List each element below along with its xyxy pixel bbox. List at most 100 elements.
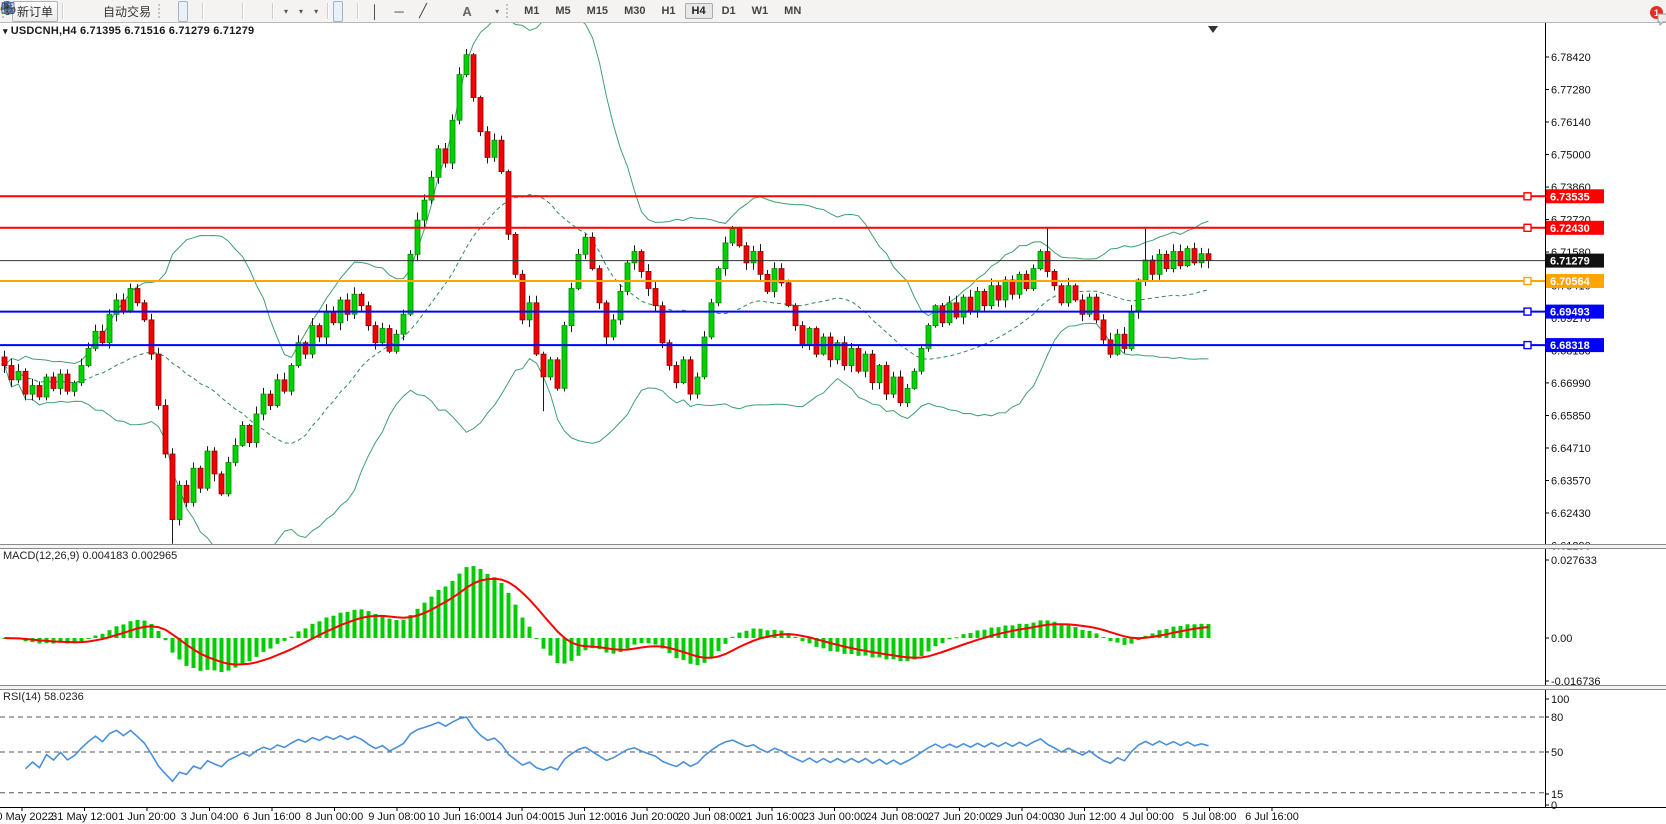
timeframe-M1[interactable]: M1: [517, 3, 546, 19]
rsi-axis[interactable]: 1008050150: [1545, 694, 1569, 812]
svg-text:6.76140: 6.76140: [1551, 117, 1591, 129]
bar-chart-button[interactable]: [168, 1, 178, 22]
toolbar-grip[interactable]: [506, 4, 512, 18]
new-order-label: 新订单: [17, 3, 53, 20]
chart-shift-marker-icon[interactable]: [1208, 26, 1218, 33]
trendline-button[interactable]: ╱: [411, 1, 435, 22]
svg-text:21 Jun 16:00: 21 Jun 16:00: [740, 811, 804, 823]
new-order-button[interactable]: 新订单: [12, 1, 58, 22]
arrows-button[interactable]: ▾: [489, 1, 504, 22]
indicators-button[interactable]: f ▾: [278, 1, 293, 22]
price-axis[interactable]: 6.784206.772806.761406.750006.738606.727…: [1545, 52, 1591, 553]
toolbar-grip[interactable]: [158, 4, 164, 18]
svg-text:0.027633: 0.027633: [1551, 555, 1597, 567]
svg-text:5 Jul 08:00: 5 Jul 08:00: [1183, 811, 1237, 823]
dropdown-caret-icon[interactable]: ▾: [495, 7, 499, 16]
svg-text:6 Jun 16:00: 6 Jun 16:00: [243, 811, 301, 823]
timeframe-D1[interactable]: D1: [715, 3, 743, 19]
dropdown-caret-icon[interactable]: ▾: [284, 7, 288, 16]
svg-text:80: 80: [1551, 712, 1563, 724]
signals-button[interactable]: [88, 1, 98, 22]
svg-text:6.66990: 6.66990: [1551, 378, 1591, 390]
macd-axis[interactable]: 0.0276330.00-0.016736: [1545, 555, 1601, 688]
candles: [2, 49, 1211, 544]
equidistant-channel-button[interactable]: E: [435, 1, 445, 22]
macd-histogram: [3, 566, 1211, 672]
community-button[interactable]: [78, 1, 88, 22]
svg-text:30 Jun 12:00: 30 Jun 12:00: [1053, 811, 1117, 823]
text-button[interactable]: A: [455, 1, 479, 22]
fibonacci-button[interactable]: F: [445, 1, 455, 22]
pane-separator-macd[interactable]: [0, 544, 1666, 549]
svg-text:1 Jun 20:00: 1 Jun 20:00: [118, 811, 176, 823]
svg-text:20 Jun 08:00: 20 Jun 08:00: [678, 811, 742, 823]
zoom-out-button[interactable]: [218, 1, 228, 22]
timeframe-H1[interactable]: H1: [654, 3, 682, 19]
dropdown-caret-icon[interactable]: ▾: [314, 7, 318, 16]
autotrading-button[interactable]: 自动交易: [98, 1, 156, 22]
timeframe-M5[interactable]: M5: [548, 3, 577, 19]
svg-text:27 Jun 20:00: 27 Jun 20:00: [928, 811, 992, 823]
auto-scroll-button[interactable]: [248, 1, 258, 22]
chart-title-text: USDCNH,H4 6.71395 6.71516 6.71279 6.7127…: [11, 25, 255, 37]
svg-text:30 May 2022: 30 May 2022: [0, 811, 54, 823]
svg-text:15 Jun 12:00: 15 Jun 12:00: [553, 811, 617, 823]
svg-text:100: 100: [1551, 694, 1569, 706]
timeframe-MN[interactable]: MN: [777, 3, 808, 19]
svg-text:6.72430: 6.72430: [1550, 223, 1590, 235]
separator: [62, 3, 64, 19]
svg-text:4 Jul 00:00: 4 Jul 00:00: [1120, 811, 1174, 823]
vertical-line-icon: │: [368, 4, 382, 19]
one-click-trading-arrow-icon[interactable]: ▾: [3, 26, 8, 36]
timeframe-W1[interactable]: W1: [745, 3, 776, 19]
crosshair-button[interactable]: [343, 1, 353, 22]
svg-text:10 Jun 16:00: 10 Jun 16:00: [428, 811, 492, 823]
chart-canvas[interactable]: 6.784206.772806.761406.750006.738606.727…: [0, 0, 1666, 824]
main-toolbar: 新订单 自动交易 f ▾: [0, 0, 1666, 23]
svg-text:6.62430: 6.62430: [1551, 508, 1591, 520]
line-chart-button[interactable]: [188, 1, 198, 22]
chart-shift-button[interactable]: [258, 1, 268, 22]
autotrading-label: 自动交易: [103, 3, 151, 20]
svg-text:6.69493: 6.69493: [1550, 307, 1590, 319]
timeframe-M30[interactable]: M30: [617, 3, 652, 19]
search-icon[interactable]: [0, 0, 16, 16]
cursor-button[interactable]: [333, 1, 343, 22]
zoom-in-button[interactable]: [208, 1, 218, 22]
dropdown-caret-icon[interactable]: ▾: [299, 7, 303, 16]
vertical-line-button[interactable]: │: [363, 1, 387, 22]
svg-text:14 Jun 04:00: 14 Jun 04:00: [490, 811, 554, 823]
svg-text:6.77280: 6.77280: [1551, 85, 1591, 97]
svg-text:6.63570: 6.63570: [1551, 476, 1591, 488]
candlestick-chart-button[interactable]: [178, 1, 188, 22]
svg-text:3 Jun 04:00: 3 Jun 04:00: [181, 811, 239, 823]
horizontal-line-icon: ─: [392, 4, 406, 19]
rsi-plot: [0, 717, 1545, 793]
pane-separator-rsi[interactable]: [0, 685, 1666, 690]
tile-windows-button[interactable]: [228, 1, 238, 22]
periods-button[interactable]: ▾: [293, 1, 308, 22]
svg-text:24 Jun 08:00: 24 Jun 08:00: [865, 811, 929, 823]
svg-text:6.64710: 6.64710: [1551, 443, 1591, 455]
date-axis[interactable]: 30 May 202231 May 12:001 Jun 20:003 Jun …: [0, 807, 1299, 823]
horizontal-line-button[interactable]: ─: [387, 1, 411, 22]
metaeditor-button[interactable]: [68, 1, 78, 22]
svg-text:8 Jun 00:00: 8 Jun 00:00: [306, 811, 364, 823]
svg-text:6 Jul 16:00: 6 Jul 16:00: [1245, 811, 1299, 823]
separator: [327, 3, 329, 19]
macd-indicator-label: MACD(12,26,9) 0.004183 0.002965: [3, 550, 177, 562]
svg-text:23 Jun 00:00: 23 Jun 00:00: [803, 811, 867, 823]
separator: [202, 3, 204, 19]
svg-text:16 Jun 20:00: 16 Jun 20:00: [615, 811, 679, 823]
timeframe-group: M1M5M15M30H1H4D1W1MN: [516, 3, 809, 19]
svg-text:6.68318: 6.68318: [1550, 340, 1590, 352]
svg-text:9 Jun 08:00: 9 Jun 08:00: [368, 811, 426, 823]
text-label-button[interactable]: T: [479, 1, 489, 22]
svg-text:0.00: 0.00: [1551, 633, 1572, 645]
separator: [357, 3, 359, 19]
timeframe-M15[interactable]: M15: [580, 3, 615, 19]
svg-text:0: 0: [1551, 800, 1557, 812]
svg-text:6.65850: 6.65850: [1551, 411, 1591, 423]
timeframe-H4[interactable]: H4: [685, 3, 713, 19]
templates-button[interactable]: ▾: [308, 1, 323, 22]
